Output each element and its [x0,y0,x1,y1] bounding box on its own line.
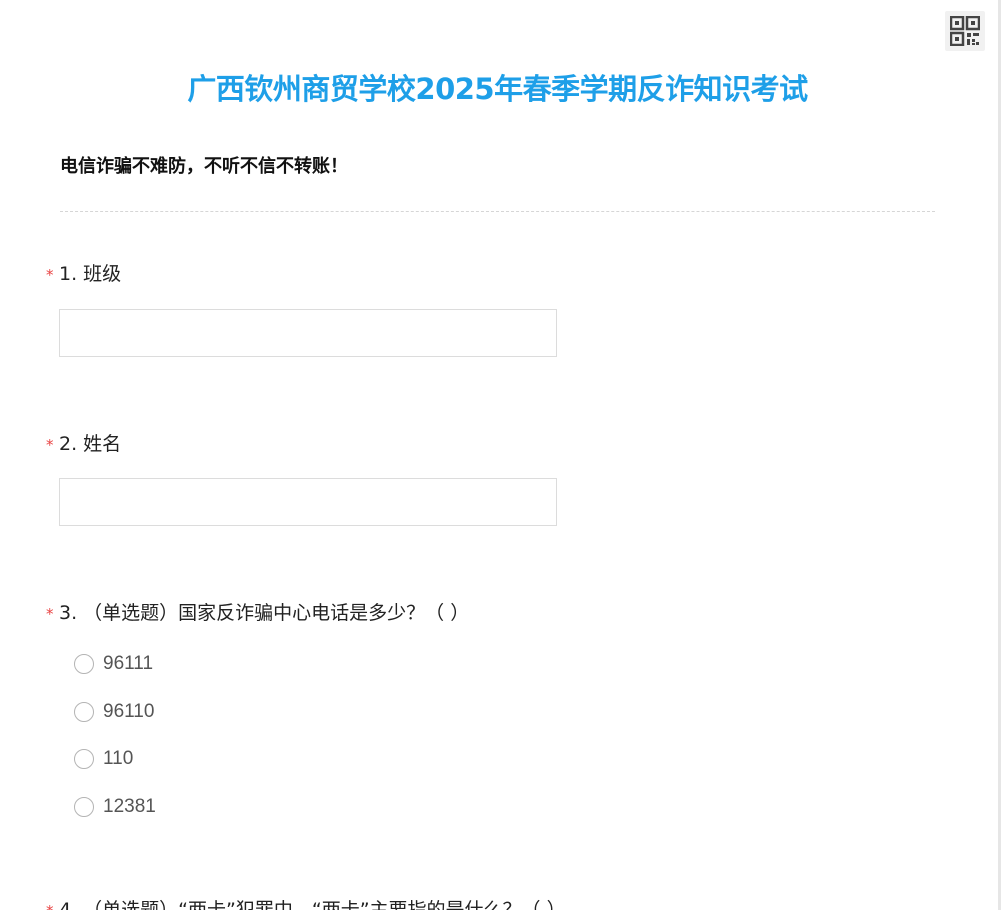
option-label: 96111 [103,653,154,674]
question-2-title: * 2. 姓名 [46,429,121,456]
option-label: 110 [103,748,134,769]
name-input[interactable] [59,478,557,526]
survey-title: 广西钦州商贸学校2025年春季学期反诈知识考试 [187,72,808,106]
required-mark: * [46,605,54,623]
question-1-label: 1. 班级 [59,263,122,285]
question-4-label: 4. （单选题）“两卡”犯罪中，“两卡”主要指的是什么？（ ） [59,899,566,910]
question-3-label: 3. （单选题）国家反诈骗中心电话是多少？（ ） [59,602,470,624]
required-mark: * [46,902,59,910]
q3-option-96110[interactable]: 96110 [74,700,154,724]
survey-page: 广西钦州商贸学校2025年春季学期反诈知识考试 电信诈骗不难防，不听不信不转账！… [0,0,1001,910]
required-mark: * [46,436,54,454]
header-divider [60,211,935,212]
radio-button[interactable] [74,702,94,722]
q3-option-96111[interactable]: 96111 [74,652,153,676]
qr-code-button[interactable] [945,11,985,51]
question-2-label: 2. 姓名 [59,433,122,455]
option-label: 96110 [103,701,155,722]
radio-button[interactable] [74,797,94,817]
q3-option-12381[interactable]: 12381 [74,795,156,819]
survey-subtitle: 电信诈骗不难防，不听不信不转账！ [60,156,348,177]
question-3-title: * 3. （单选题）国家反诈骗中心电话是多少？（ ） [46,598,469,625]
qr-code-icon [950,16,980,46]
q3-option-110[interactable]: 110 [74,747,133,771]
question-4-title: * 4. （单选题）“两卡”犯罪中，“两卡”主要指的是什么？（ ） [46,895,566,910]
class-input[interactable] [59,309,557,357]
required-mark: * [46,266,54,284]
radio-button[interactable] [74,654,94,674]
radio-button[interactable] [74,749,94,769]
option-label: 12381 [103,796,156,817]
question-1-title: * 1. 班级 [46,259,121,286]
